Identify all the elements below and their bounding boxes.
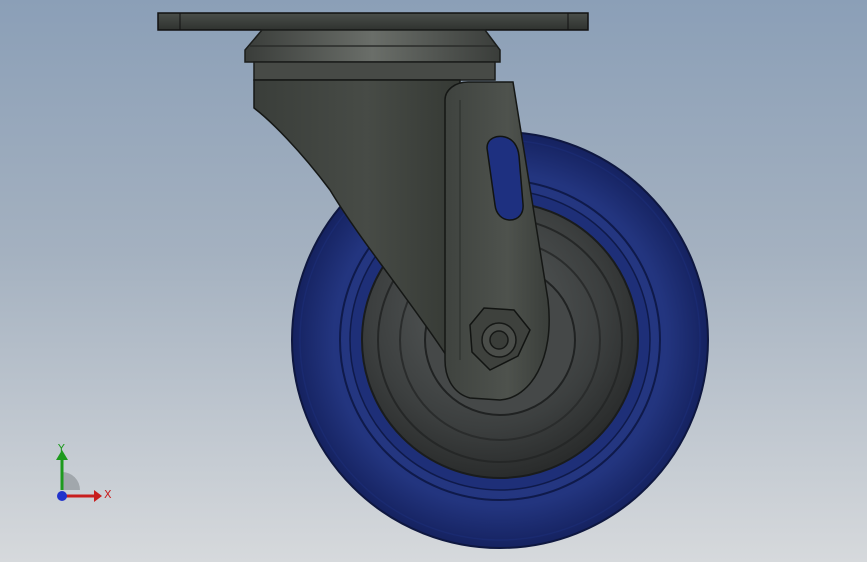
x-axis-arrow-icon: [94, 490, 102, 502]
mounting-plate[interactable]: [157, 12, 589, 31]
coordinate-triad: Y X: [56, 442, 112, 502]
triad-view-quadrant-icon: [62, 472, 80, 490]
z-axis-dot-icon: [57, 491, 67, 501]
swivel-bearing[interactable]: [244, 29, 501, 81]
graphics-viewport[interactable]: Y X: [0, 0, 867, 562]
x-axis-label: X: [104, 488, 112, 501]
caster-model[interactable]: [0, 0, 867, 562]
y-axis-label: Y: [57, 442, 65, 455]
